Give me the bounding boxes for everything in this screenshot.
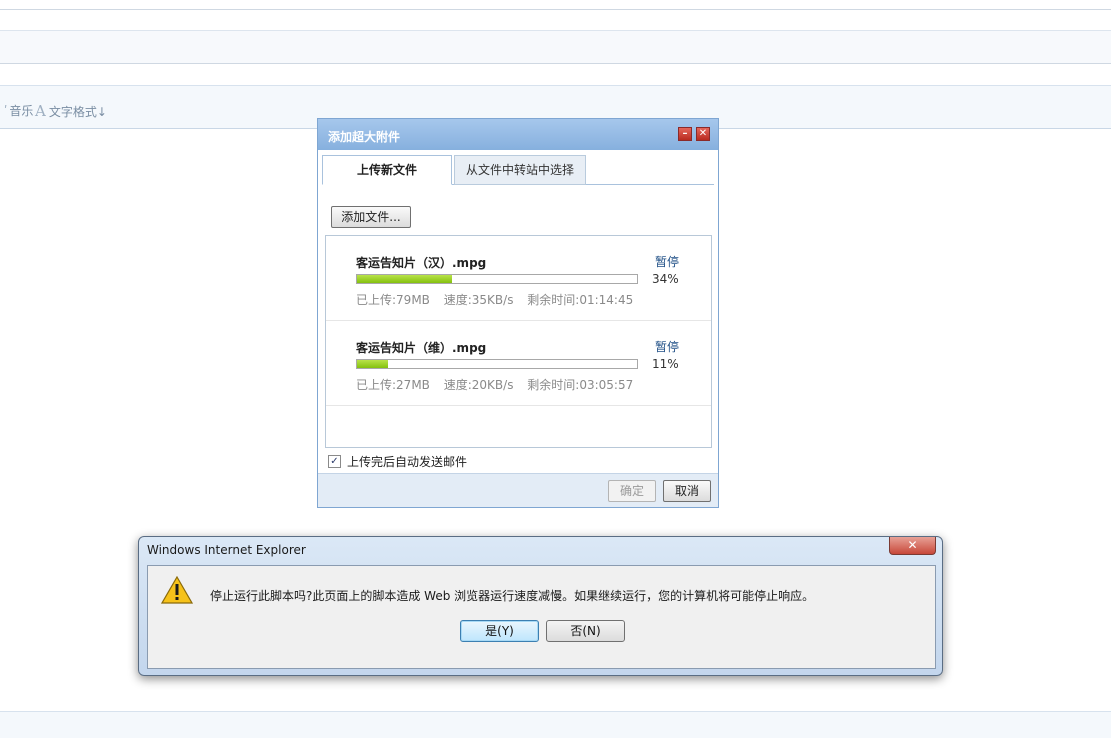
ie-alert-dialog: Windows Internet Explorer ✕ 停止运行此脚本吗?此页面… [138,536,943,676]
file-name: 客运告知片（维）.mpg [356,341,487,355]
music-label: 音乐 [9,104,34,118]
form-row[interactable] [0,31,1111,63]
close-icon[interactable]: ✕ [889,537,936,555]
no-button[interactable]: 否(N) [546,620,625,642]
progress-bar [356,359,638,369]
progress-percent: 11% [652,357,679,371]
uploaded-size: 已上传:79MB [356,293,430,307]
upload-speed: 速度:20KB/s [443,378,514,392]
progress-fill [357,275,453,283]
yes-button[interactable]: 是(Y) [460,620,539,642]
upload-dialog-footer: 确定 取消 [318,473,718,507]
upload-dialog: 添加超大附件 – ✕ 上传新文件 从文件中转站中选择 添加文件... 客运告知片… [317,118,719,508]
cancel-button[interactable]: 取消 [663,480,711,502]
auto-send-option[interactable]: ✓ 上传完后自动发送邮件 [328,453,467,470]
toolbar-text-format[interactable]: A 文字格式↓ [35,102,107,120]
file-name: 客运告知片（汉）.mpg [356,256,487,270]
auto-send-checkbox[interactable]: ✓ [328,455,341,468]
text-format-icon: A [35,102,46,120]
pause-button[interactable]: 暂停 [655,338,679,355]
list-item: 客运告知片（维）.mpg 暂停 11% 已上传:27MB 速度:20KB/s 剩… [326,321,711,406]
ie-alert-message: 停止运行此脚本吗?此页面上的脚本造成 Web 浏览器运行速度减慢。如果继续运行，… [210,589,815,603]
ie-alert-title: Windows Internet Explorer [147,543,306,557]
progress-percent: 34% [652,272,679,286]
auto-send-label: 上传完后自动发送邮件 [347,455,468,469]
time-remaining: 剩余时间:01:14:45 [527,293,634,307]
music-icon: ʹ [4,103,8,118]
progress-fill [357,360,388,368]
ok-button[interactable]: 确定 [608,480,656,502]
close-icon[interactable]: ✕ [696,127,710,141]
minimize-icon[interactable]: – [678,127,692,141]
uploaded-size: 已上传:27MB [356,378,430,392]
upload-dialog-titlebar[interactable]: 添加超大附件 – ✕ [318,119,718,150]
file-list: 客运告知片（汉）.mpg 暂停 34% 已上传:79MB 速度:35KB/s 剩… [325,235,712,448]
progress-bar [356,274,638,284]
add-file-button[interactable]: 添加文件... [331,206,411,228]
toolbar-music[interactable]: ʹ 音乐 [4,102,33,119]
form-row[interactable] [0,10,1111,30]
tab-file-transfer[interactable]: 从文件中转站中选择 [454,155,586,185]
upload-dialog-title: 添加超大附件 [328,130,401,144]
ie-alert-body: 停止运行此脚本吗?此页面上的脚本造成 Web 浏览器运行速度减慢。如果继续运行，… [147,565,936,669]
upload-stats: 已上传:79MB 速度:35KB/s 剩余时间:01:14:45 [356,291,643,308]
upload-tabs: 上传新文件 从文件中转站中选择 [322,155,714,185]
form-row[interactable] [0,64,1111,85]
tab-upload-new[interactable]: 上传新文件 [322,155,452,185]
upload-stats: 已上传:27MB 速度:20KB/s 剩余时间:03:05:57 [356,376,643,393]
text-format-label: 文字格式↓ [48,104,107,119]
pause-button[interactable]: 暂停 [655,253,679,270]
list-item: 客运告知片（汉）.mpg 暂停 34% 已上传:79MB 速度:35KB/s 剩… [326,236,711,321]
upload-speed: 速度:35KB/s [443,293,514,307]
time-remaining: 剩余时间:03:05:57 [527,378,634,392]
warning-icon [161,576,193,604]
page-footer-strip [0,711,1111,738]
